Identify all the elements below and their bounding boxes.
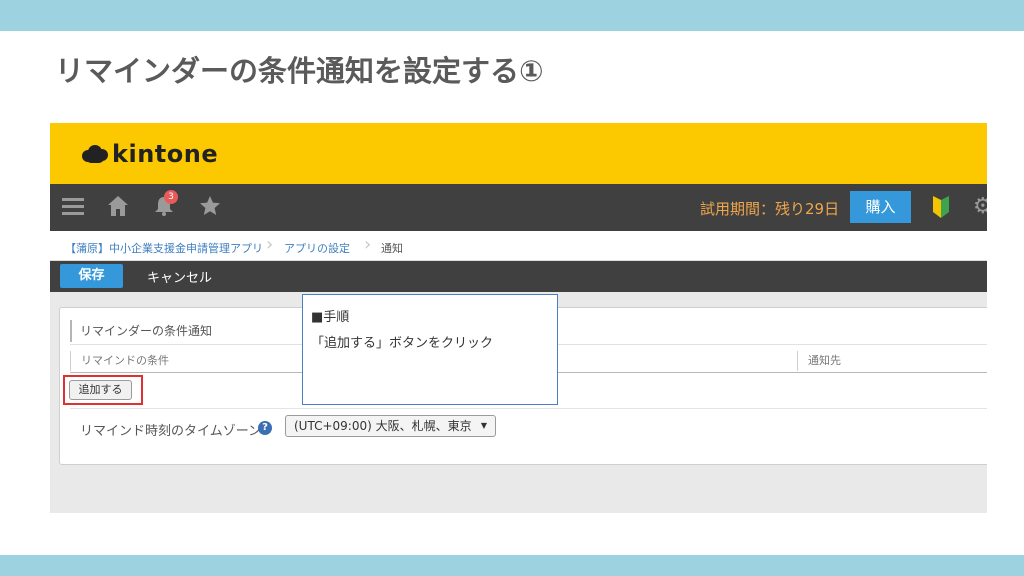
gear-icon[interactable]: ⚙ bbox=[973, 194, 987, 219]
dropdown-arrow-icon: ▼ bbox=[480, 421, 487, 430]
home-icon[interactable] bbox=[105, 194, 131, 220]
slide-title: リマインダーの条件通知を設定する① bbox=[55, 54, 544, 88]
timezone-label: リマインド時刻のタイムゾーン bbox=[80, 424, 262, 439]
breadcrumb-current: 通知 bbox=[381, 242, 403, 255]
cloud-icon bbox=[82, 144, 108, 164]
instruction-callout: ■手順 「追加する」ボタンをクリック bbox=[302, 294, 558, 405]
beginner-mark-icon[interactable] bbox=[932, 196, 950, 218]
breadcrumb-app-settings[interactable]: アプリの設定 bbox=[284, 240, 350, 256]
column-header-recipient: 通知先 bbox=[797, 351, 987, 371]
cancel-button[interactable]: キャンセル bbox=[147, 267, 212, 286]
timezone-value: (UTC+09:00) 大阪、札幌、東京 bbox=[294, 419, 472, 433]
callout-body: 「追加する」ボタンをクリック bbox=[311, 336, 494, 351]
callout-title: ■手順 bbox=[311, 310, 350, 325]
top-band bbox=[0, 0, 1024, 31]
trial-remaining-text: 試用期間：残り29日 bbox=[700, 200, 840, 218]
breadcrumb-separator-icon: › bbox=[364, 234, 372, 255]
add-condition-button[interactable]: 追加する bbox=[69, 380, 132, 400]
global-toolbar: 3 試用期間：残り29日 購入 ⚙ bbox=[50, 184, 987, 231]
save-button[interactable]: 保存 bbox=[60, 264, 123, 288]
menu-icon[interactable] bbox=[60, 194, 86, 220]
timezone-select[interactable]: (UTC+09:00) 大阪、札幌、東京 ▼ bbox=[285, 415, 496, 437]
breadcrumb-separator-icon: › bbox=[266, 234, 274, 255]
divider bbox=[70, 408, 987, 409]
star-icon[interactable] bbox=[197, 194, 223, 220]
notification-badge: 3 bbox=[164, 190, 178, 204]
breadcrumb-app[interactable]: 【蒲原】中小企業支援金申請管理アプリ bbox=[65, 240, 263, 256]
help-icon[interactable]: ? bbox=[258, 421, 272, 435]
brand-bar: kintone bbox=[50, 123, 987, 184]
kintone-logo[interactable]: kintone bbox=[82, 140, 218, 168]
breadcrumb: 【蒲原】中小企業支援金申請管理アプリ › アプリの設定 › 通知 bbox=[50, 231, 987, 261]
bottom-band bbox=[0, 555, 1024, 576]
action-bar: 保存 キャンセル bbox=[50, 261, 987, 292]
buy-button[interactable]: 購入 bbox=[850, 191, 911, 223]
logo-text: kintone bbox=[112, 140, 219, 168]
